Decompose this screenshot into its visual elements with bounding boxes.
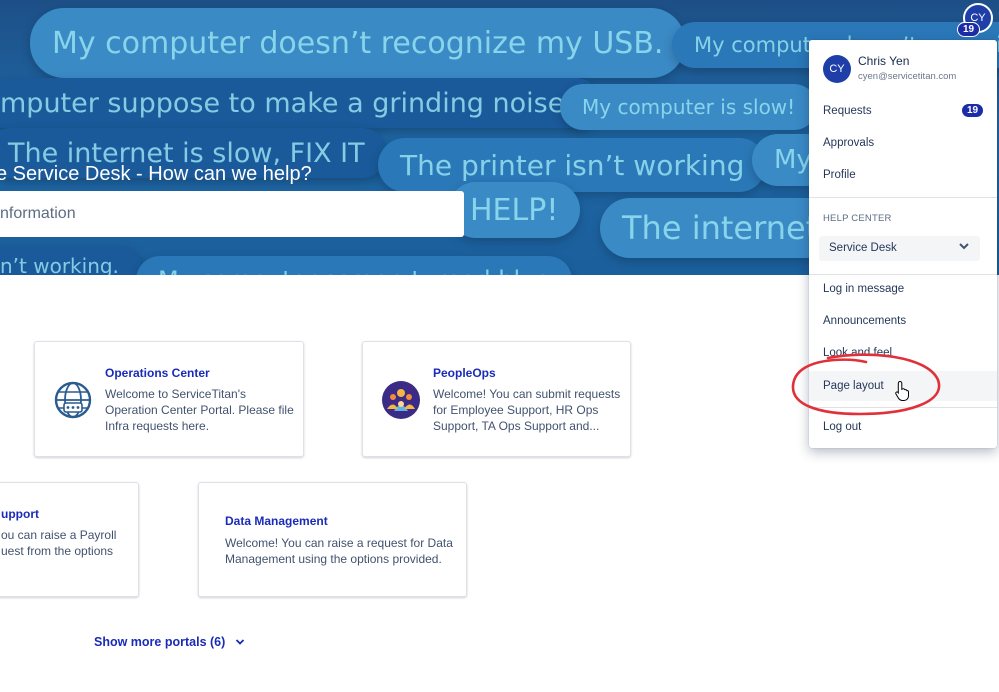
portal-title: upport [1, 507, 39, 521]
portal-title: PeopleOps [433, 366, 496, 380]
menu-item-label: Approvals [823, 137, 875, 149]
portal-description: Welcome to ServiceTitan's Operation Cent… [105, 387, 294, 433]
requests-count-badge: 19 [962, 104, 984, 117]
menu-item-look-and-feel[interactable]: Look and feel [809, 340, 997, 366]
portal-title: Operations Center [105, 366, 210, 380]
portal-card-operations-center[interactable]: Operations Center Welcome to ServiceTita… [34, 341, 304, 457]
help-center-heading: HELP CENTER [823, 213, 892, 224]
chevron-down-icon [235, 635, 245, 649]
portal-description: Welcome! You can raise a request for Dat… [225, 536, 453, 566]
portal-card-peopleops[interactable]: PeopleOps Welcome! You can submit reques… [362, 341, 631, 457]
menu-item-log-in-message[interactable]: Log in message [809, 276, 997, 302]
menu-item-label: Log out [823, 421, 862, 433]
menu-item-announcements[interactable]: Announcements [809, 308, 997, 334]
globe-network-icon [54, 381, 92, 419]
show-more-portals-link[interactable]: Show more portals (6) [94, 635, 245, 649]
chevron-down-icon [958, 236, 970, 261]
menu-item-label: Page layout [823, 380, 884, 392]
menu-item-profile[interactable]: Profile [809, 162, 997, 188]
banner-bubble: The internet [600, 198, 841, 258]
user-name: Chris Yen [858, 54, 910, 68]
notification-badge: 19 [957, 22, 981, 37]
pointer-cursor-icon [895, 380, 911, 407]
menu-item-label: Requests [823, 105, 872, 117]
menu-item-label: Log in message [823, 283, 905, 295]
show-more-label: Show more portals (6) [94, 635, 226, 649]
portal-card-payroll-support[interactable]: upport ou can raise a Payroll uest from … [0, 482, 139, 597]
banner-bubble: n’t working. [0, 246, 141, 275]
search-input[interactable]: nformation [0, 191, 464, 237]
portal-card-data-management[interactable]: Data Management Welcome! You can raise a… [198, 482, 467, 597]
banner-bubble: HELP! [448, 182, 581, 238]
portal-title: Data Management [225, 514, 328, 528]
banner-bubble: The printer isn’t working [378, 138, 767, 192]
banner-bubble: My computer doesn’t recognize my USB. [30, 8, 686, 78]
menu-item-label: Look and feel [823, 347, 893, 359]
menu-item-log-out[interactable]: Log out [809, 414, 997, 440]
people-team-icon [382, 381, 420, 419]
menu-avatar: CY [823, 55, 851, 83]
user-email: cyen@servicetitan.com [858, 71, 957, 82]
banner-bubble: My computer is slow! [560, 84, 818, 130]
banner-bubble: mputer suppose to make a grinding noise? [0, 78, 601, 128]
banner-bubble: My computer screen turned blue [136, 256, 573, 275]
menu-item-label: Announcements [823, 315, 907, 327]
menu-item-label: Profile [823, 169, 856, 181]
help-center-select-value: Service Desk [829, 242, 897, 254]
profile-dropdown-menu: CY Chris Yen cyen@servicetitan.com Reque… [809, 40, 997, 448]
menu-divider [809, 407, 997, 408]
portal-description: Welcome! You can submit requests for Emp… [433, 387, 621, 433]
page-title: e Service Desk - How can we help? [0, 163, 312, 185]
help-center-select[interactable]: Service Desk [819, 236, 980, 261]
menu-item-approvals[interactable]: Approvals [809, 130, 997, 156]
menu-divider [809, 274, 997, 275]
portal-description: ou can raise a Payroll uest from the opt… [1, 528, 117, 558]
menu-divider [809, 197, 997, 198]
